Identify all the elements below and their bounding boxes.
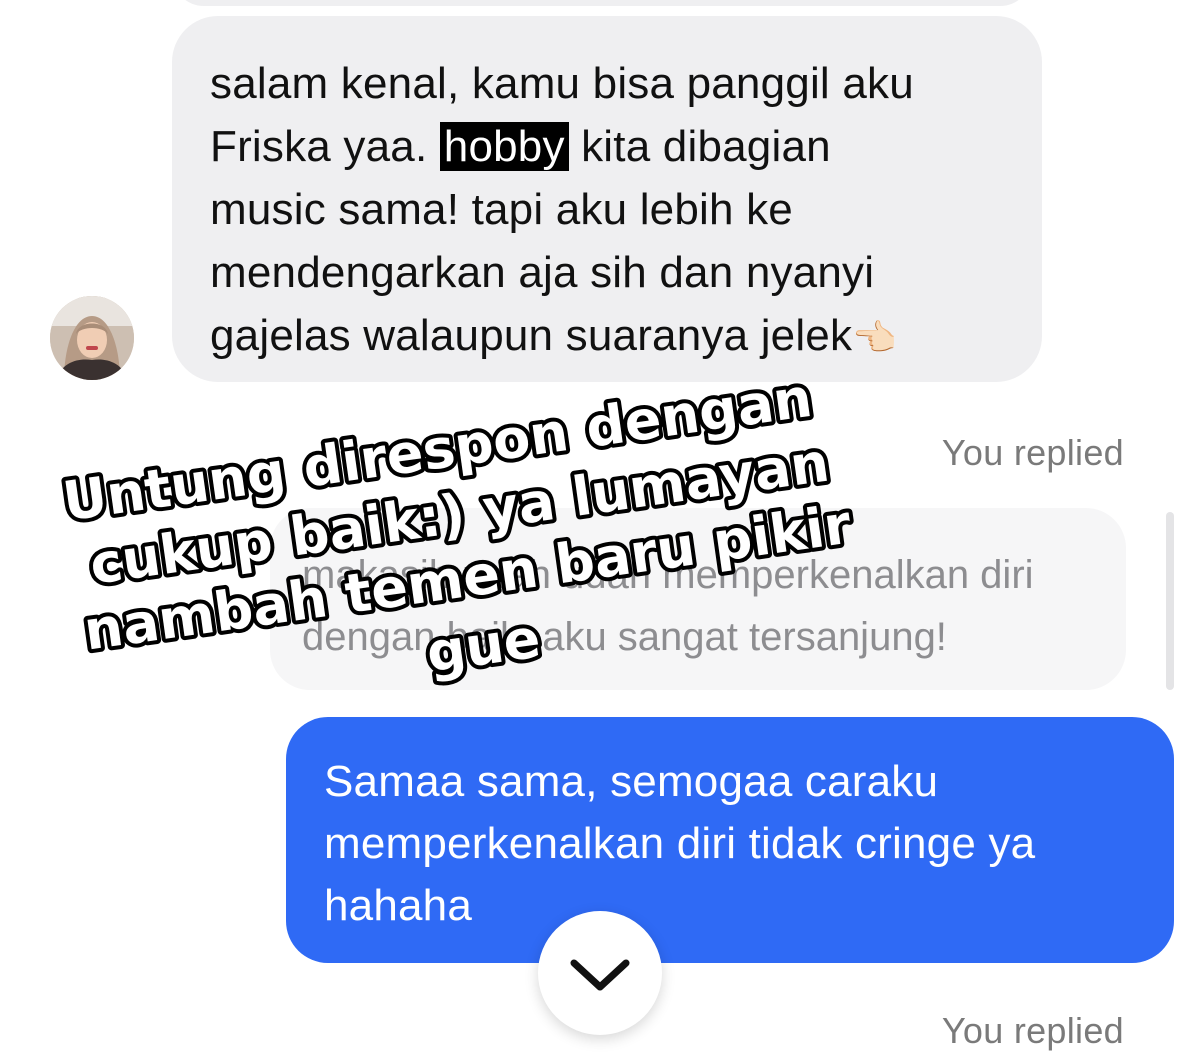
dm-conversation: salam kenal, kamu bisa panggil aku Frisk… — [0, 0, 1200, 1058]
avatar[interactable] — [50, 296, 134, 380]
incoming-line-2: Friska yaa. hobby kita dibagian — [210, 115, 1002, 178]
chevron-down-icon — [570, 959, 630, 991]
incoming-message-bubble[interactable]: salam kenal, kamu bisa panggil aku Frisk… — [172, 16, 1042, 382]
outgoing-line-3: hahaha — [324, 881, 473, 930]
quoted-line-2: dengan baik, aku sangat tersanjung! — [302, 615, 947, 659]
pointing-hand-emoji: 👈🏻 — [852, 317, 898, 358]
incoming-line-4: mendengarkan aja sih dan nyanyi — [210, 248, 875, 297]
incoming-line-5-text: gajelas walaupun suaranya jelek — [210, 311, 853, 360]
incoming-line-2-start: Friska yaa. — [210, 122, 440, 171]
quoted-line-1: makasih udah udah memperkenalkan diri — [302, 553, 1034, 597]
incoming-message-text: salam kenal, kamu bisa panggil aku Frisk… — [210, 52, 1002, 369]
quoted-message-bubble[interactable]: makasih udah udah memperkenalkan diri de… — [270, 508, 1126, 690]
outgoing-line-2: memperkenalkan diri tidak cringe ya — [324, 819, 1036, 868]
outgoing-line-1: Samaa sama, semogaa caraku — [324, 757, 939, 806]
scroll-to-bottom-button[interactable] — [538, 911, 662, 1035]
incoming-line-1: salam kenal, kamu bisa panggil aku — [210, 59, 914, 108]
previous-message-bubble — [172, 0, 1032, 6]
you-replied-label: You replied — [941, 432, 1124, 473]
outgoing-message-bubble[interactable]: Samaa sama, semogaa caraku memperkenalka… — [286, 717, 1174, 963]
incoming-line-3: music sama! tapi aku lebih ke — [210, 185, 793, 234]
incoming-line-5: gajelas walaupun suaranya jelek👈🏻 — [210, 304, 1002, 369]
you-replied-label-bottom: You replied — [941, 1010, 1124, 1051]
highlighted-word: hobby — [439, 122, 569, 171]
profile-photo-icon — [50, 296, 134, 380]
quote-indicator-bar — [1166, 512, 1174, 690]
incoming-line-2-end: kita dibagian — [568, 122, 831, 171]
